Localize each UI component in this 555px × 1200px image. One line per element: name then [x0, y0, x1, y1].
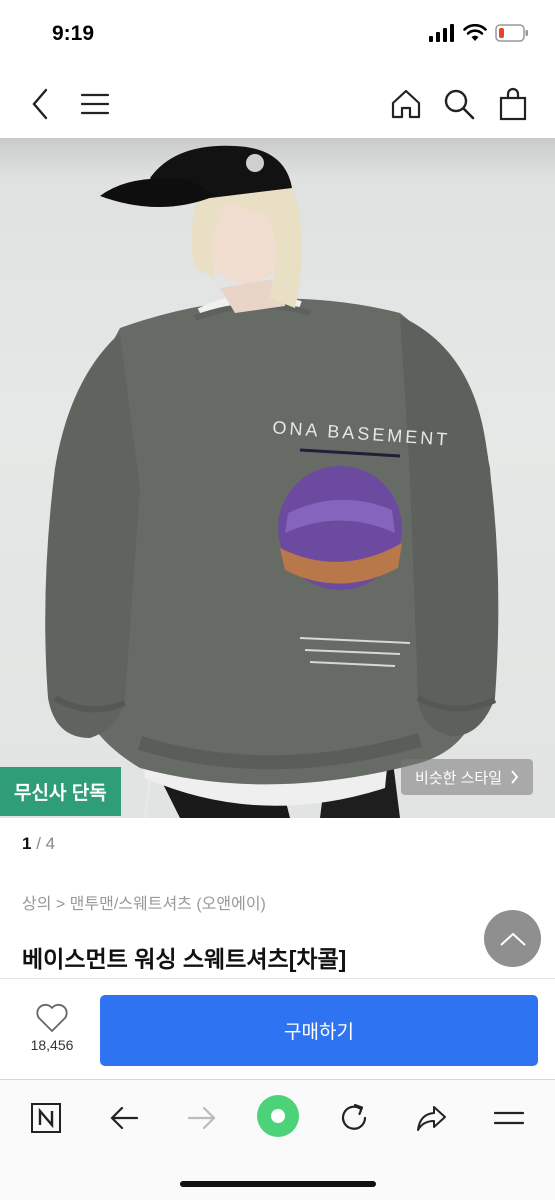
arrow-left-icon — [110, 1106, 139, 1130]
naver-home-button[interactable] — [24, 1096, 68, 1140]
nav-bar — [0, 70, 555, 138]
back-button[interactable] — [18, 82, 62, 126]
breadcrumb[interactable]: 상의 > 맨투맨/스웨트셔츠 (오앤에이) — [22, 890, 266, 914]
like-button[interactable]: 18,456 — [22, 1003, 82, 1053]
home-button[interactable] — [384, 82, 428, 126]
exclusive-badge: 무신사 단독 — [0, 767, 121, 816]
similar-style-button[interactable]: 비슷한 스타일 — [401, 759, 533, 795]
home-indicator — [180, 1181, 376, 1187]
chevron-up-icon — [499, 932, 526, 946]
search-button[interactable] — [437, 82, 481, 126]
browser-back-button[interactable] — [102, 1096, 146, 1140]
buy-bar: 18,456 구매하기 — [0, 978, 555, 1080]
product-image[interactable]: ONA BASEMENT — [0, 138, 555, 818]
battery-low-icon — [495, 24, 528, 42]
share-button[interactable] — [409, 1096, 453, 1140]
wifi-icon — [463, 24, 487, 41]
menu-button[interactable] — [73, 82, 117, 126]
home-icon — [391, 89, 421, 119]
like-count: 18,456 — [30, 1037, 74, 1053]
buy-button[interactable]: 구매하기 — [100, 995, 538, 1066]
cart-button[interactable] — [491, 82, 535, 126]
scroll-top-button[interactable] — [484, 910, 541, 967]
similar-style-label: 비슷한 스타일 — [415, 769, 502, 787]
reload-icon — [341, 1103, 367, 1130]
more-menu-button[interactable] — [487, 1096, 531, 1140]
pager-separator: / — [36, 834, 46, 853]
double-line-menu-icon — [493, 1111, 525, 1125]
product-photo: ONA BASEMENT — [45, 145, 499, 818]
search-icon — [444, 89, 475, 120]
status-icons — [429, 24, 529, 42]
product-title: 베이스먼트 워싱 스웨트셔츠[차콜] — [22, 946, 347, 972]
green-dot-icon — [257, 1095, 299, 1137]
browser-forward-button[interactable] — [180, 1096, 224, 1140]
shopping-bag-icon — [499, 87, 527, 121]
status-bar: 9:19 — [0, 0, 555, 70]
hamburger-menu-icon — [80, 93, 110, 115]
status-time: 9:19 — [52, 22, 95, 45]
chevron-right-icon — [511, 770, 519, 784]
signal-icon — [429, 24, 454, 42]
green-dot-button[interactable] — [255, 1093, 301, 1139]
heart-icon — [36, 1003, 68, 1032]
pager-current: 1 — [22, 834, 32, 853]
image-pager: 1 / 4 — [22, 834, 55, 854]
pager-total: 4 — [45, 834, 56, 853]
naver-n-icon — [31, 1103, 61, 1133]
share-icon — [417, 1106, 446, 1131]
reload-button[interactable] — [332, 1096, 376, 1140]
chevron-left-icon — [32, 88, 48, 120]
arrow-right-icon — [187, 1106, 216, 1130]
